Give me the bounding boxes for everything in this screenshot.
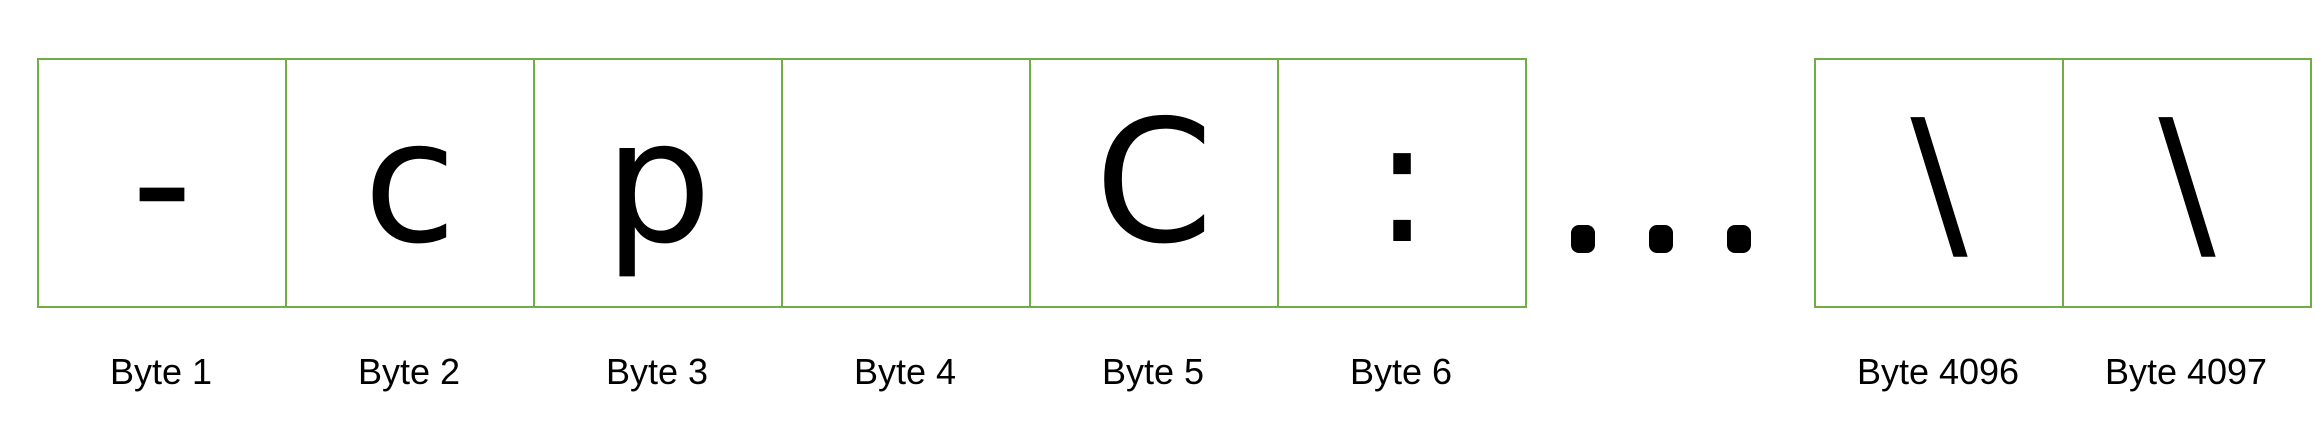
byte-cell-4 (781, 58, 1031, 308)
byte-char-1: - (131, 84, 193, 282)
byte-char-3: p (604, 84, 712, 282)
byte-char-2: c (363, 84, 457, 282)
byte-label-4097: Byte 4097 (2104, 351, 2268, 392)
ellipsis-dot (1727, 225, 1751, 253)
byte-cell-4097: \ (2062, 58, 2312, 308)
byte-cell-3: p (533, 58, 783, 308)
byte-char-4096: \ (1910, 84, 1968, 282)
byte-label-3: Byte 3 (605, 351, 709, 392)
byte-label-2: Byte 2 (357, 351, 461, 392)
ellipsis (1571, 214, 1751, 264)
byte-label-4096: Byte 4096 (1856, 351, 2020, 392)
byte-char-6: : (1373, 84, 1431, 282)
ellipsis-dot (1571, 225, 1595, 253)
byte-cell-5: C (1029, 58, 1279, 308)
byte-label-1: Byte 1 (109, 351, 213, 392)
ellipsis-dot (1649, 225, 1673, 253)
byte-label-4: Byte 4 (853, 351, 957, 392)
byte-label-5: Byte 5 (1101, 351, 1205, 392)
byte-cell-6: : (1277, 58, 1527, 308)
byte-char-5: C (1094, 84, 1214, 282)
byte-cell-4096: \ (1814, 58, 2064, 308)
byte-label-6: Byte 6 (1349, 351, 1453, 392)
byte-cell-1: - (37, 58, 287, 308)
byte-cell-2: c (285, 58, 535, 308)
byte-char-4097: \ (2158, 84, 2216, 282)
